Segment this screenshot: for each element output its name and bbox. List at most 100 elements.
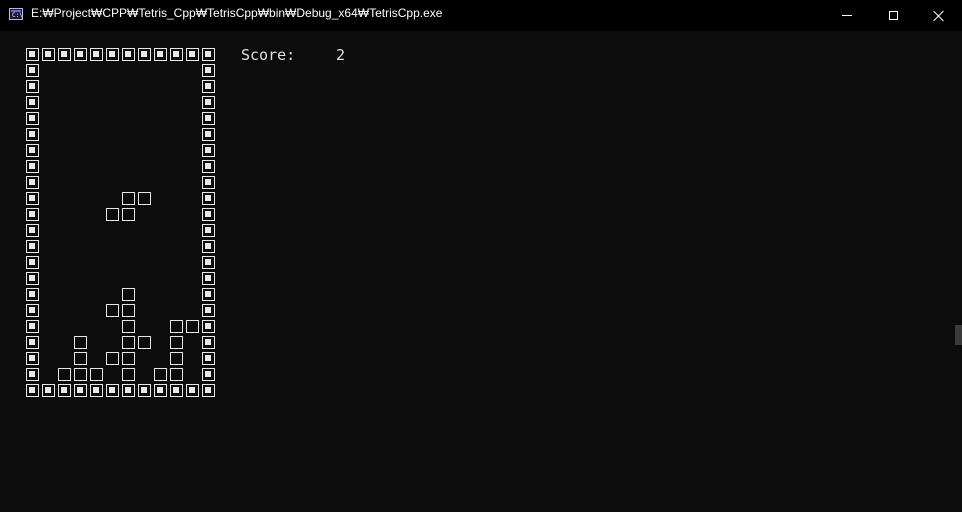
wall-block (202, 96, 215, 109)
wall-block (26, 288, 39, 301)
wall-block (122, 48, 135, 61)
wall-block (26, 336, 39, 349)
maximize-button[interactable] (870, 0, 916, 31)
wall-block (26, 224, 39, 237)
console-area[interactable]: Score: 2 (0, 31, 962, 512)
wall-block (202, 384, 215, 397)
stacked-block (170, 352, 183, 365)
wall-block (202, 64, 215, 77)
wall-block (26, 80, 39, 93)
wall-block (106, 48, 119, 61)
wall-block (154, 48, 167, 61)
minimize-button[interactable] (824, 0, 870, 31)
wall-block (202, 336, 215, 349)
wall-block (26, 384, 39, 397)
wall-block (202, 224, 215, 237)
stacked-block (106, 208, 119, 221)
stacked-block (122, 368, 135, 381)
stacked-block (106, 304, 119, 317)
wall-block (74, 384, 87, 397)
wall-block (106, 384, 119, 397)
wall-block (154, 384, 167, 397)
wall-block (202, 192, 215, 205)
wall-block (26, 128, 39, 141)
stacked-block (154, 368, 167, 381)
stacked-block (122, 288, 135, 301)
stacked-block (122, 352, 135, 365)
stacked-block (74, 368, 87, 381)
stacked-block (138, 192, 151, 205)
wall-block (26, 64, 39, 77)
wall-block (90, 384, 103, 397)
wall-block (202, 320, 215, 333)
stacked-block (170, 336, 183, 349)
wall-block (26, 304, 39, 317)
wall-block (26, 144, 39, 157)
stacked-block (58, 368, 71, 381)
stacked-block (90, 368, 103, 381)
stacked-block (138, 336, 151, 349)
wall-block (138, 48, 151, 61)
wall-block (42, 384, 55, 397)
wall-block (26, 176, 39, 189)
wall-block (42, 48, 55, 61)
stacked-block (74, 352, 87, 365)
wall-block (170, 48, 183, 61)
wall-block (74, 48, 87, 61)
wall-block (26, 112, 39, 125)
wall-block (202, 176, 215, 189)
wall-block (186, 48, 199, 61)
wall-block (26, 192, 39, 205)
wall-block (58, 48, 71, 61)
wall-block (202, 352, 215, 365)
stacked-block (170, 320, 183, 333)
wall-block (26, 352, 39, 365)
score-label: Score: (241, 46, 296, 64)
wall-block (26, 48, 39, 61)
stacked-block (122, 208, 135, 221)
wall-block (202, 80, 215, 93)
wall-block (202, 48, 215, 61)
wall-block (202, 240, 215, 253)
console-app-icon[interactable]: C:\ (9, 8, 23, 20)
wall-block (90, 48, 103, 61)
stacked-block (122, 304, 135, 317)
wall-block (58, 384, 71, 397)
stacked-block (122, 192, 135, 205)
close-icon (933, 10, 945, 22)
wall-block (202, 368, 215, 381)
wall-block (26, 240, 39, 253)
wall-block (202, 112, 215, 125)
wall-block (202, 272, 215, 285)
tetris-board (0, 31, 240, 411)
wall-block (202, 128, 215, 141)
console-window: C:\ E:₩Project₩CPP₩Tetris_Cpp₩TetrisCpp₩… (0, 0, 962, 512)
wall-block (202, 304, 215, 317)
wall-block (202, 256, 215, 269)
stacked-block (186, 320, 199, 333)
wall-block (186, 384, 199, 397)
wall-block (26, 368, 39, 381)
wall-block (202, 288, 215, 301)
wall-block (202, 160, 215, 173)
stacked-block (122, 320, 135, 333)
wall-block (202, 208, 215, 221)
window-title: E:₩Project₩CPP₩Tetris_Cpp₩TetrisCpp₩bin₩… (31, 6, 443, 20)
wall-block (202, 144, 215, 157)
maximize-icon (888, 11, 898, 20)
wall-block (26, 320, 39, 333)
stacked-block (170, 368, 183, 381)
wall-block (26, 208, 39, 221)
stacked-block (122, 336, 135, 349)
title-bar[interactable]: C:\ E:₩Project₩CPP₩Tetris_Cpp₩TetrisCpp₩… (0, 0, 962, 31)
wall-block (26, 96, 39, 109)
wall-block (26, 256, 39, 269)
wall-block (26, 160, 39, 173)
score-value: 2 (336, 46, 346, 64)
console-app-icon-text: C:\ (12, 12, 23, 19)
minimize-icon (842, 15, 852, 16)
stacked-block (74, 336, 87, 349)
scrollbar-thumb[interactable] (955, 325, 962, 345)
close-button[interactable] (916, 0, 962, 31)
wall-block (122, 384, 135, 397)
